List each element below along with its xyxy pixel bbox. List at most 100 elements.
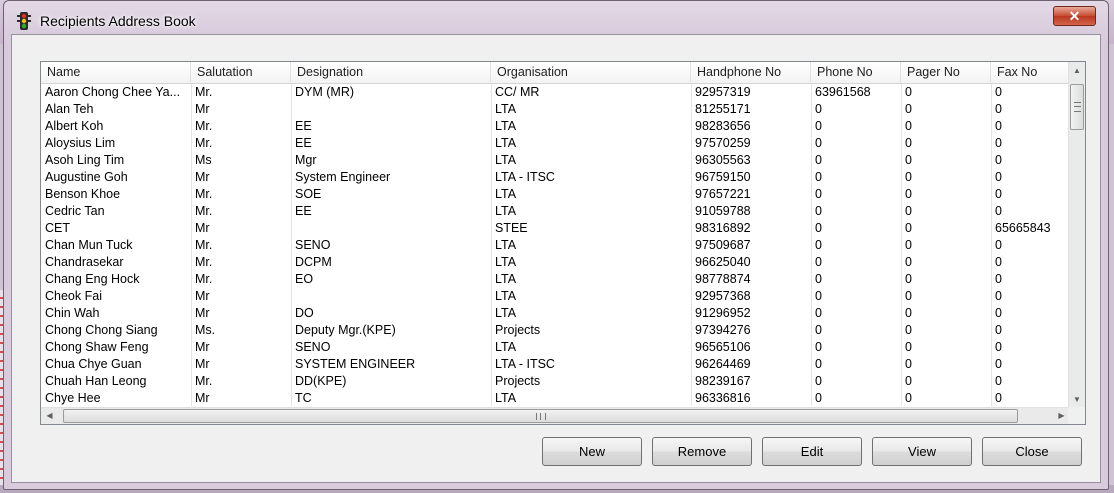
cell-name: CET <box>45 221 70 235</box>
cell-phone: 0 <box>815 170 822 184</box>
cell-fax: 0 <box>995 102 1002 116</box>
table-row[interactable]: Alan Teh Mr LTA 81255171 0 0 0 <box>41 101 1071 118</box>
table-row[interactable]: Aloysius Lim Mr. EE LTA 97570259 0 0 0 <box>41 135 1071 152</box>
cell-designation: Deputy Mgr.(KPE) <box>295 323 396 337</box>
column-header-phone[interactable]: Phone No <box>811 62 901 83</box>
cell-fax: 0 <box>995 136 1002 150</box>
cell-name: Alan Teh <box>45 102 94 116</box>
cell-fax: 0 <box>995 255 1002 269</box>
cell-fax: 0 <box>995 204 1002 218</box>
table-row[interactable]: Chua Chye Guan Mr SYSTEM ENGINEER LTA - ITS… <box>41 356 1071 373</box>
column-header-organisation[interactable]: Organisation <box>491 62 691 83</box>
cell-designation: EE <box>295 136 312 150</box>
cell-phone: 0 <box>815 187 822 201</box>
cell-designation <box>291 101 491 118</box>
table-row[interactable]: Benson Khoe Mr. SOE LTA 97657221 0 0 0 <box>41 186 1071 203</box>
cell-salutation: Mr. <box>195 374 213 388</box>
traffic-light-icon <box>17 12 31 30</box>
cell-designation: EE <box>295 204 312 218</box>
cell-name: Chong Chong Siang <box>45 323 158 337</box>
cell-fax: 0 <box>995 272 1002 286</box>
recipients-list[interactable]: Name Salutation Designation Organisation… <box>40 61 1086 425</box>
cell-fax: 0 <box>995 119 1002 133</box>
cell-handphone: 96759150 <box>695 170 751 184</box>
cell-handphone: 91296952 <box>695 306 751 320</box>
cell-name: Asoh Ling Tim <box>45 153 125 167</box>
cell-name: Chong Shaw Feng <box>45 340 149 354</box>
cell-handphone: 97509687 <box>695 238 751 252</box>
cell-phone: 0 <box>815 289 822 303</box>
view-button[interactable]: View <box>872 437 972 466</box>
horizontal-scrollbar[interactable]: ◀ ▶ <box>41 407 1070 424</box>
cell-salutation: Mr. <box>195 136 213 150</box>
cell-phone: 0 <box>815 136 822 150</box>
cell-pager: 0 <box>905 204 912 218</box>
table-row[interactable]: CET Mr STEE 98316892 0 0 65665843 <box>41 220 1071 237</box>
cell-designation: SENO <box>295 238 331 252</box>
table-row[interactable]: Chang Eng Hock Mr. EO LTA 98778874 0 0 0 <box>41 271 1071 288</box>
close-button[interactable]: Close <box>982 437 1082 466</box>
cell-salutation: Mr. <box>195 119 213 133</box>
table-row[interactable]: Aaron Chong Chee Ya... Mr. DYM (MR) CC/ MR 9… <box>41 84 1071 101</box>
cell-name: Aaron Chong Chee Ya... <box>45 85 181 99</box>
table-row[interactable]: Cheok Fai Mr LTA 92957368 0 0 0 <box>41 288 1071 305</box>
table-row[interactable]: Chuah Han Leong Mr. DD(KPE) Projects 9823916… <box>41 373 1071 390</box>
list-rows: Aaron Chong Chee Ya... Mr. DYM (MR) CC/ MR 9… <box>41 84 1071 407</box>
horizontal-scroll-thumb[interactable] <box>63 409 1018 423</box>
cell-phone: 0 <box>815 238 822 252</box>
cell-organisation: STEE <box>495 221 528 235</box>
cell-handphone: 96625040 <box>695 255 751 269</box>
cell-organisation: LTA <box>495 306 517 320</box>
cell-handphone: 98778874 <box>695 272 751 286</box>
cell-phone: 0 <box>815 221 822 235</box>
cell-fax: 0 <box>995 238 1002 252</box>
scroll-down-arrow-icon[interactable]: ▼ <box>1069 391 1085 408</box>
table-row[interactable]: Chong Chong Siang Ms. Deputy Mgr.(KPE) Proj… <box>41 322 1071 339</box>
table-row[interactable]: Chan Mun Tuck Mr. SENO LTA 97509687 0 0 0 <box>41 237 1071 254</box>
vertical-scrollbar[interactable]: ▲ ▼ <box>1068 62 1085 408</box>
column-header-fax[interactable]: Fax No <box>991 62 1071 83</box>
cell-fax: 0 <box>995 170 1002 184</box>
scroll-left-arrow-icon[interactable]: ◀ <box>41 408 58 424</box>
table-row[interactable]: Albert Koh Mr. EE LTA 98283656 0 0 0 <box>41 118 1071 135</box>
cell-organisation: LTA <box>495 391 517 405</box>
cell-fax: 0 <box>995 289 1002 303</box>
table-row[interactable]: Cedric Tan Mr. EE LTA 91059788 0 0 0 <box>41 203 1071 220</box>
scroll-up-arrow-icon[interactable]: ▲ <box>1069 62 1085 79</box>
edit-button[interactable]: Edit <box>762 437 862 466</box>
grip-icon <box>536 413 546 420</box>
cell-organisation: LTA <box>495 340 517 354</box>
cell-pager: 0 <box>905 238 912 252</box>
vertical-scroll-thumb[interactable] <box>1070 84 1084 130</box>
cell-salutation: Mr <box>195 340 210 354</box>
remove-button[interactable]: Remove <box>652 437 752 466</box>
cell-designation: EE <box>295 119 312 133</box>
cell-pager: 0 <box>905 340 912 354</box>
scrollbar-corner <box>1068 407 1085 424</box>
cell-pager: 0 <box>905 323 912 337</box>
cell-organisation: LTA <box>495 187 517 201</box>
cell-handphone: 96264469 <box>695 357 751 371</box>
cell-salutation: Ms <box>195 153 212 167</box>
cell-phone: 0 <box>815 340 822 354</box>
cell-name: Cedric Tan <box>45 204 105 218</box>
table-row[interactable]: Asoh Ling Tim Ms Mgr LTA 96305563 0 0 0 <box>41 152 1071 169</box>
column-header-pager[interactable]: Pager No <box>901 62 991 83</box>
cell-designation: Mgr <box>295 153 317 167</box>
column-header-designation[interactable]: Designation <box>291 62 491 83</box>
table-row[interactable]: Chin Wah Mr DO LTA 91296952 0 0 0 <box>41 305 1071 322</box>
column-header-handphone[interactable]: Handphone No <box>691 62 811 83</box>
cell-pager: 0 <box>905 85 912 99</box>
column-header-name[interactable]: Name <box>41 62 191 83</box>
cell-organisation: CC/ MR <box>495 85 540 99</box>
table-row[interactable]: Chong Shaw Feng Mr SENO LTA 96565106 0 0 0 <box>41 339 1071 356</box>
column-header-salutation[interactable]: Salutation <box>191 62 291 83</box>
cell-organisation: LTA <box>495 102 517 116</box>
table-row[interactable]: Chandrasekar Mr. DCPM LTA 96625040 0 0 0 <box>41 254 1071 271</box>
cell-pager: 0 <box>905 136 912 150</box>
new-button[interactable]: New <box>542 437 642 466</box>
table-row[interactable]: Augustine Goh Mr System Engineer LTA - ITSC… <box>41 169 1071 186</box>
table-row[interactable]: Chye Hee Mr TC LTA 96336816 0 0 0 <box>41 390 1071 407</box>
cell-handphone: 96565106 <box>695 340 751 354</box>
window-close-button[interactable]: ✕ <box>1053 6 1096 26</box>
